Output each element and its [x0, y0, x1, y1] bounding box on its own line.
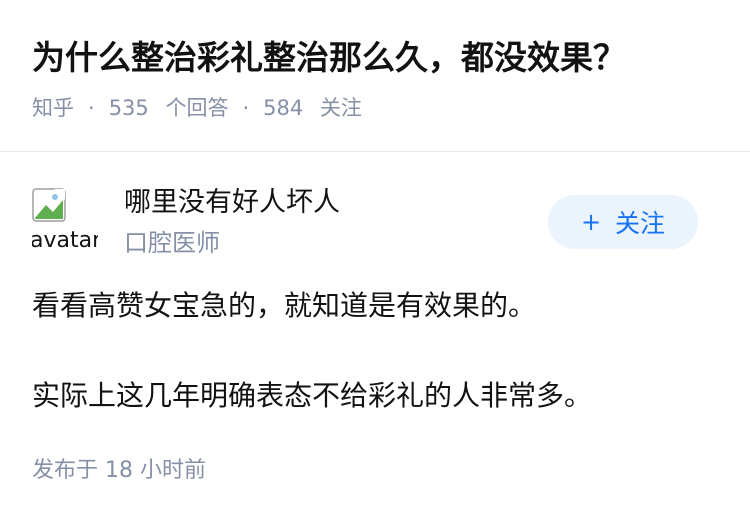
- avatar-alt-text: avatar: [32, 228, 98, 253]
- publish-time: 发布于 18 小时前: [32, 458, 206, 483]
- followers-count-label: 关注: [319, 96, 362, 120]
- plus-icon: +: [580, 208, 602, 236]
- answer-paragraph: 实际上这几年明确表态不给彩礼的人非常多。: [32, 379, 593, 412]
- broken-image-icon: [32, 188, 66, 222]
- answers-count[interactable]: 535 个回答: [109, 92, 229, 124]
- follow-button[interactable]: + 关注: [548, 195, 698, 249]
- followers-count-value: 584: [263, 96, 304, 120]
- avatar[interactable]: avatar: [32, 188, 98, 254]
- author-name[interactable]: 哪里没有好人坏人: [124, 184, 340, 222]
- answer-paragraph: 看看高赞女宝急的，就知道是有效果的。: [32, 289, 537, 322]
- meta-separator: ·: [242, 96, 250, 120]
- follow-button-label: 关注: [615, 209, 666, 238]
- meta-separator: ·: [88, 96, 95, 120]
- answers-count-label: 个回答: [165, 96, 229, 120]
- followers-count[interactable]: 584 关注: [263, 92, 362, 124]
- author-bio: 口腔医师: [124, 229, 220, 257]
- answers-count-value: 535: [108, 96, 149, 120]
- answer-content: 看看高赞女宝急的，就知道是有效果的。 实际上这几年明确表态不给彩礼的人非常多。: [32, 284, 718, 418]
- source-label[interactable]: 知乎: [32, 92, 74, 124]
- question-title[interactable]: 为什么整治彩礼整治那么久，都没效果？: [32, 34, 626, 82]
- divider: [0, 151, 750, 152]
- question-meta: 知乎 · 535 个回答 · 584 关注: [32, 92, 362, 124]
